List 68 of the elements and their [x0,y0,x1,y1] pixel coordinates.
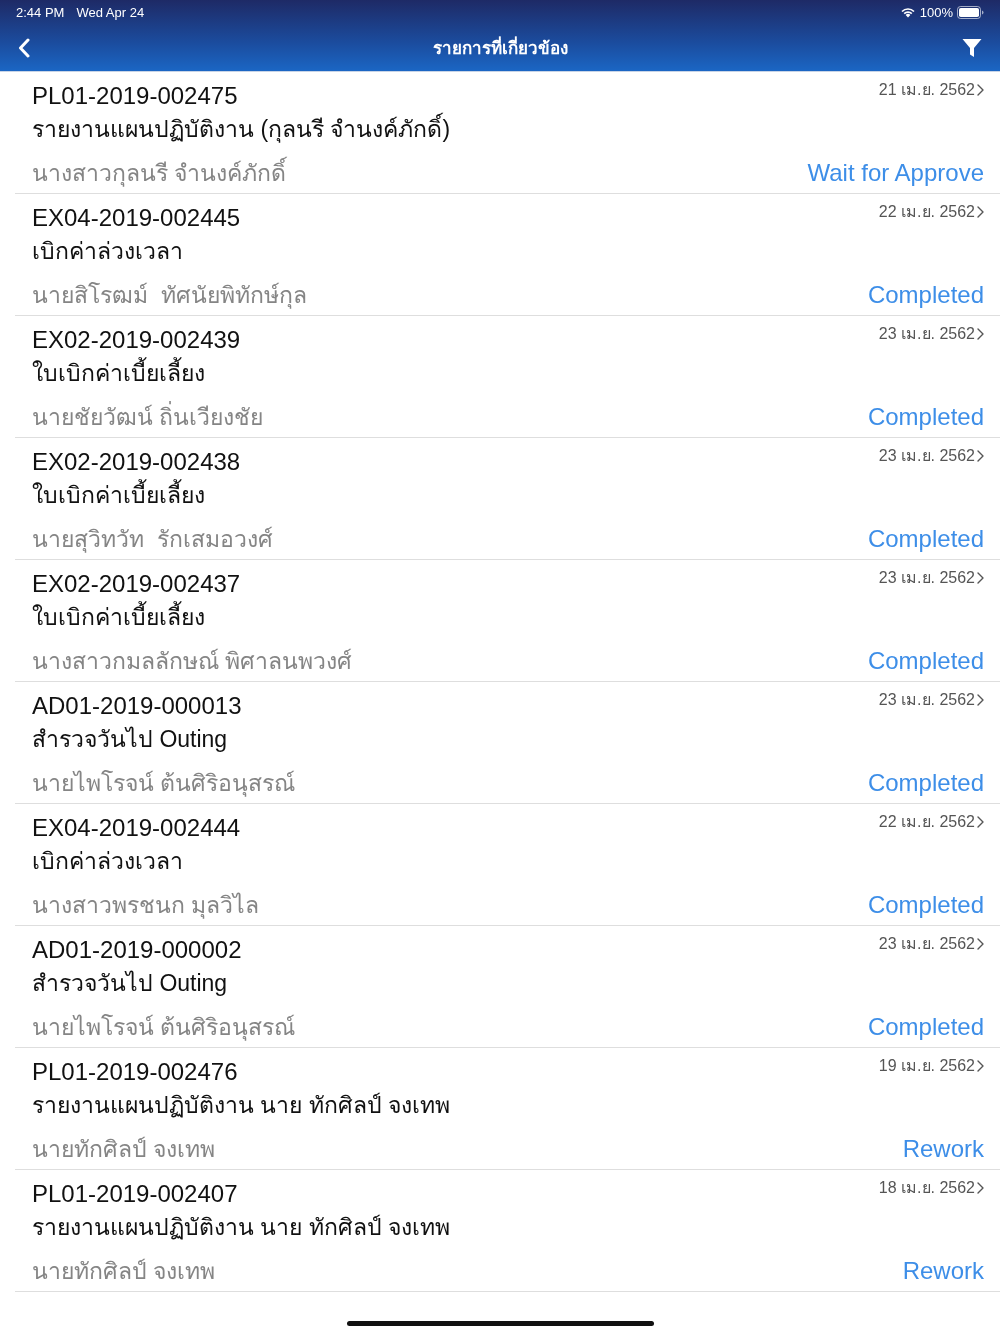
date-text: 19 เม.ย. 2562 [878,1056,975,1076]
document-title: ใบเบิกค่าเบี้ยเลี้ยง [32,478,205,512]
status-text: Completed [867,402,984,432]
chevron-right-icon [977,816,984,828]
date-text: 23 เม.ย. 2562 [878,446,975,466]
date-text: 21 เม.ย. 2562 [878,80,975,100]
status-text: Completed [867,646,984,676]
date-text: 23 เม.ย. 2562 [878,690,975,710]
chevron-right-icon [977,328,984,340]
person-name: นายไพโรจน์ ต้นศิริอนุสรณ์ [32,1013,296,1043]
date-text: 23 เม.ย. 2562 [878,934,975,954]
chevron-right-icon [977,572,984,584]
date-text: 23 เม.ย. 2562 [878,568,975,588]
document-code: EX02-2019-002438 [32,447,241,477]
person-name: นายไพโรจน์ ต้นศิริอนุสรณ์ [32,769,296,799]
status-text: Completed [867,280,984,310]
chevron-right-icon [977,694,984,706]
person-name: นายทักศิลป์ จงเทพ [32,1257,216,1286]
document-title: เบิกค่าล่วงเวลา [32,237,183,266]
person-name: นายสุวิทวัท รักเสมอวงศ์ [32,525,273,555]
document-code: PL01-2019-002476 [32,1057,238,1087]
filter-icon [962,37,982,58]
chevron-right-icon [977,938,984,950]
document-code: AD01-2019-000002 [32,935,242,965]
person-name: นางสาวกุลนรี จำนงค์ภักดิ์ [32,156,287,190]
document-title: เบิกค่าล่วงเวลา [32,847,183,876]
battery-icon [957,5,984,19]
wifi-icon [899,6,916,18]
chevron-left-icon [18,37,30,58]
date-text: 22 เม.ย. 2562 [878,202,975,222]
status-date: Wed Apr 24 [76,4,145,20]
status-text: Rework [902,1134,984,1164]
document-code: AD01-2019-000013 [32,691,242,721]
person-name: นายสิโรฒม์ ทัศนัยพิทักษ์กุล [32,281,307,311]
status-text: Completed [867,524,984,554]
document-title: รายงานแผนปฏิบัติงาน นาย ทักศิลป์ จงเทพ [32,1091,451,1120]
document-title: ใบเบิกค่าเบี้ยเลี้ยง [32,356,205,390]
status-text: Completed [867,1012,984,1042]
document-title: รายงานแผนปฏิบัติงาน (กุลนรี จำนงค์ภักดิ์) [32,112,451,146]
person-name: นางสาวพรชนก มุลวิไล [32,891,260,921]
chevron-right-icon [977,206,984,218]
document-title: สำรวจวันไป Outing [32,725,228,754]
status-text: Wait for Approve [807,158,984,188]
person-name: นายทักศิลป์ จงเทพ [32,1135,216,1164]
document-title: รายงานแผนปฏิบัติงาน นาย ทักศิลป์ จงเทพ [32,1213,451,1242]
person-name: นางสาวกมลลักษณ์ พิศาลนพวงศ์ [32,647,353,676]
document-title: สำรวจวันไป Outing [32,969,228,998]
document-code: PL01-2019-002407 [32,1179,238,1209]
document-code: EX04-2019-002445 [32,203,241,233]
status-text: Completed [867,768,984,798]
battery-percent: 100% [919,4,953,20]
document-title: ใบเบิกค่าเบี้ยเลี้ยง [32,600,205,634]
status-text: Rework [902,1256,984,1286]
chevron-right-icon [977,450,984,462]
date-text: 23 เม.ย. 2562 [878,324,975,344]
nav-title: รายการที่เกี่ยวข้อง [432,34,568,61]
date-text: 22 เม.ย. 2562 [878,812,975,832]
document-code: EX02-2019-002437 [32,569,241,599]
document-code: PL01-2019-002475 [32,81,238,111]
status-time: 2:44 PM [16,4,65,20]
document-code: EX02-2019-002439 [32,325,241,355]
person-name: นายชัยวัฒน์ ถิ่นเวียงชัย [32,400,264,434]
chevron-right-icon [977,84,984,96]
chevron-right-icon [977,1060,984,1072]
date-text: 18 เม.ย. 2562 [878,1178,975,1198]
status-text: Completed [867,890,984,920]
document-code: EX04-2019-002444 [32,813,241,843]
chevron-right-icon [977,1182,984,1194]
